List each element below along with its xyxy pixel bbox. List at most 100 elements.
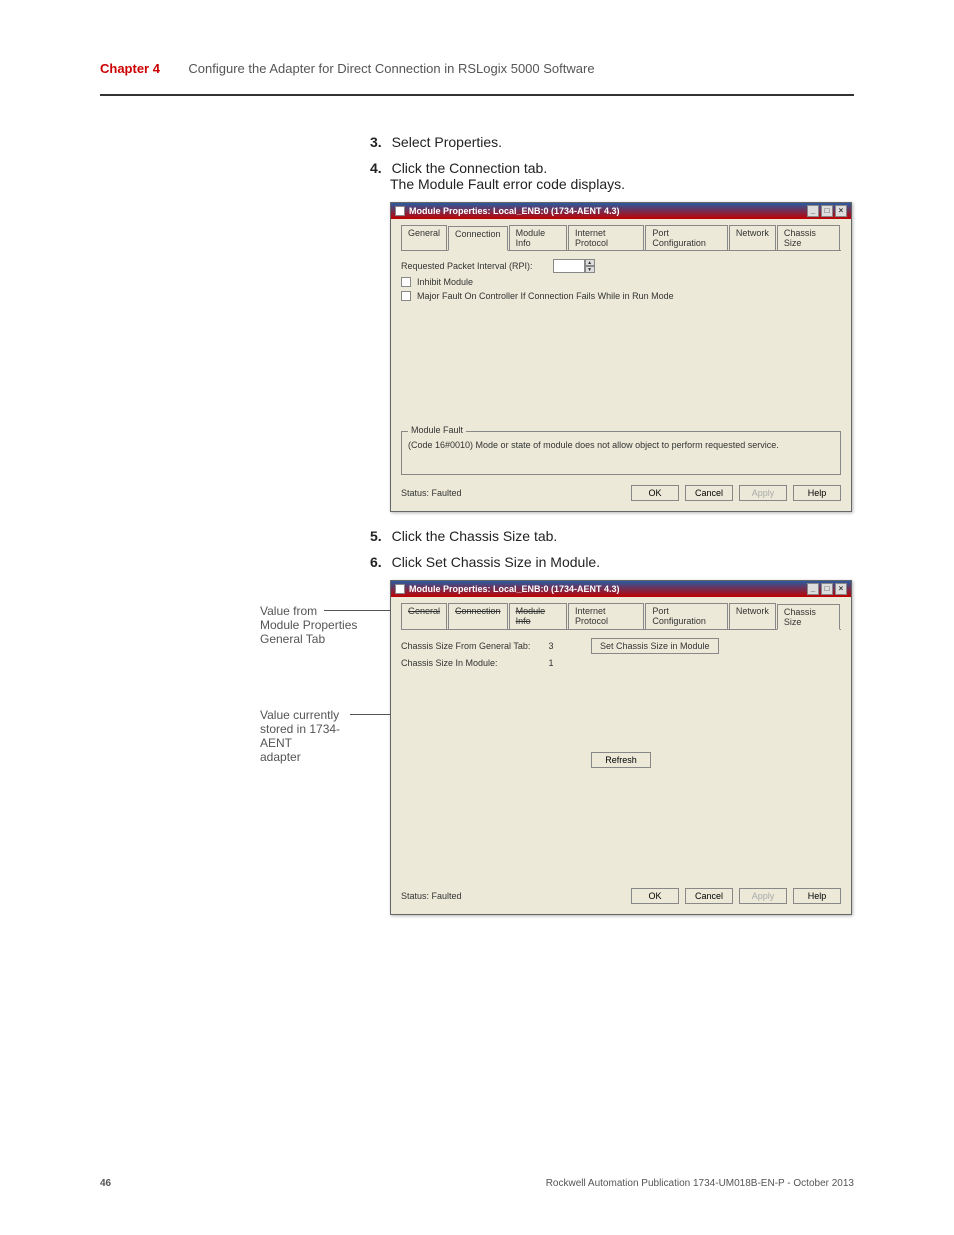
callout2-leader bbox=[350, 714, 390, 715]
step-3-num: 3. bbox=[370, 134, 382, 150]
callout1-line1: Value from bbox=[260, 604, 380, 618]
majorfault-checkbox[interactable] bbox=[401, 291, 411, 301]
help-button[interactable]: Help bbox=[793, 888, 841, 904]
callout-value-in-adapter: Value currently stored in 1734- AENT ada… bbox=[260, 708, 380, 764]
callout2-line1: Value currently bbox=[260, 708, 380, 722]
dialog-title-bar[interactable]: Module Properties: Local_ENB:0 (1734-AEN… bbox=[391, 581, 851, 597]
status-label: Status: bbox=[401, 488, 429, 498]
step-6: 6. Click Set Chassis Size in Module. bbox=[370, 554, 854, 570]
dialog-app-icon bbox=[395, 584, 405, 594]
callout2-line2: stored in 1734- bbox=[260, 722, 380, 736]
status-text: Status: Faulted bbox=[401, 488, 462, 498]
step-5: 5. Click the Chassis Size tab. bbox=[370, 528, 854, 544]
cancel-button[interactable]: Cancel bbox=[685, 888, 733, 904]
chassis-in-module-row: Chassis Size In Module: 1 bbox=[401, 658, 841, 668]
dialog-title-text: Module Properties: Local_ENB:0 (1734-AEN… bbox=[409, 206, 620, 216]
step-4-sub: The Module Fault error code displays. bbox=[390, 176, 854, 192]
step-4-text: Click the Connection tab. bbox=[392, 160, 548, 176]
apply-button[interactable]: Apply bbox=[739, 485, 787, 501]
callout2-line4: adapter bbox=[260, 750, 380, 764]
minimize-icon[interactable]: _ bbox=[807, 205, 819, 217]
tab-port-configuration[interactable]: Port Configuration bbox=[645, 225, 728, 250]
tab-connection[interactable]: Connection bbox=[448, 603, 508, 629]
close-icon[interactable]: × bbox=[835, 583, 847, 595]
step-4-num: 4. bbox=[370, 160, 382, 176]
dialog-body: General Connection Module Info Internet … bbox=[391, 219, 851, 511]
ok-button[interactable]: OK bbox=[631, 485, 679, 501]
minimize-icon[interactable]: _ bbox=[807, 583, 819, 595]
tab-general[interactable]: General bbox=[401, 225, 447, 250]
tab-port-configuration[interactable]: Port Configuration bbox=[645, 603, 728, 629]
tab-connection[interactable]: Connection bbox=[448, 226, 508, 251]
tab-module-info[interactable]: Module Info bbox=[509, 225, 567, 250]
rpi-input[interactable] bbox=[553, 259, 585, 273]
module-properties-dialog-chassis: Module Properties: Local_ENB:0 (1734-AEN… bbox=[390, 580, 852, 915]
cancel-button[interactable]: Cancel bbox=[685, 485, 733, 501]
status-label: Status: bbox=[401, 891, 429, 901]
majorfault-label: Major Fault On Controller If Connection … bbox=[417, 291, 674, 301]
dialog-app-icon bbox=[395, 206, 405, 216]
inhibit-label: Inhibit Module bbox=[417, 277, 473, 287]
tabs-row: General Connection Module Info Internet … bbox=[401, 225, 841, 251]
window-controls: _ □ × bbox=[807, 583, 847, 595]
step-6-num: 6. bbox=[370, 554, 382, 570]
inhibit-checkbox[interactable] bbox=[401, 277, 411, 287]
step-3: 3. Select Properties. bbox=[370, 134, 854, 150]
help-button[interactable]: Help bbox=[793, 485, 841, 501]
maximize-icon[interactable]: □ bbox=[821, 205, 833, 217]
rpi-label: Requested Packet Interval (RPI): bbox=[401, 261, 533, 271]
page-number: 46 bbox=[100, 1178, 111, 1189]
chapter-title: Configure the Adapter for Direct Connect… bbox=[188, 61, 594, 76]
step-4: 4. Click the Connection tab. bbox=[370, 160, 854, 176]
tab-network[interactable]: Network bbox=[729, 225, 776, 250]
tab-general[interactable]: General bbox=[401, 603, 447, 629]
close-icon[interactable]: × bbox=[835, 205, 847, 217]
refresh-button[interactable]: Refresh bbox=[591, 752, 651, 768]
callout1-leader bbox=[324, 610, 390, 611]
status-text: Status: Faulted bbox=[401, 891, 462, 901]
dialog-button-row: Status: Faulted OK Cancel Apply Help bbox=[401, 888, 841, 904]
dialog-title-bar[interactable]: Module Properties: Local_ENB:0 (1734-AEN… bbox=[391, 203, 851, 219]
dialog-body: General Connection Module Info Internet … bbox=[391, 597, 851, 914]
chapter-number: Chapter 4 bbox=[100, 61, 160, 76]
module-fault-groupbox: Module Fault (Code 16#0010) Mode or stat… bbox=[401, 431, 841, 475]
chassis-from-general-row: Chassis Size From General Tab: 3 Set Cha… bbox=[401, 638, 841, 654]
tab-internet-protocol[interactable]: Internet Protocol bbox=[568, 225, 644, 250]
module-fault-legend: Module Fault bbox=[408, 425, 466, 435]
apply-button[interactable]: Apply bbox=[739, 888, 787, 904]
tab-module-info[interactable]: Module Info bbox=[509, 603, 567, 629]
rpi-row: Requested Packet Interval (RPI): ▲▼ bbox=[401, 259, 841, 273]
step-5-num: 5. bbox=[370, 528, 382, 544]
dialog-button-row: Status: Faulted OK Cancel Apply Help bbox=[401, 485, 841, 501]
rpi-spinner[interactable]: ▲▼ bbox=[585, 259, 595, 273]
page-header: Chapter 4 Configure the Adapter for Dire… bbox=[100, 60, 854, 96]
module-fault-message: (Code 16#0010) Mode or state of module d… bbox=[408, 440, 834, 450]
tab-chassis-size[interactable]: Chassis Size bbox=[777, 604, 840, 630]
chassis-module-label: Chassis Size In Module: bbox=[401, 658, 541, 668]
callout1-line2: Module Properties bbox=[260, 618, 380, 632]
inhibit-row: Inhibit Module bbox=[401, 277, 841, 287]
chassis-module-value: 1 bbox=[541, 658, 561, 668]
callout2-line3: AENT bbox=[260, 736, 380, 750]
tab-network[interactable]: Network bbox=[729, 603, 776, 629]
set-chassis-size-button[interactable]: Set Chassis Size in Module bbox=[591, 638, 719, 654]
module-properties-dialog-connection: Module Properties: Local_ENB:0 (1734-AEN… bbox=[390, 202, 852, 512]
page-content: 3. Select Properties. 4. Click the Conne… bbox=[100, 130, 854, 915]
step-6-text: Click Set Chassis Size in Module. bbox=[392, 554, 601, 570]
dialog-title-text: Module Properties: Local_ENB:0 (1734-AEN… bbox=[409, 584, 620, 594]
page-footer: 46 Rockwell Automation Publication 1734-… bbox=[100, 1178, 854, 1189]
status-value: Faulted bbox=[432, 488, 462, 498]
ok-button[interactable]: OK bbox=[631, 888, 679, 904]
maximize-icon[interactable]: □ bbox=[821, 583, 833, 595]
status-value: Faulted bbox=[432, 891, 462, 901]
publication-info: Rockwell Automation Publication 1734-UM0… bbox=[546, 1178, 854, 1189]
step-3-text: Select Properties. bbox=[392, 134, 503, 150]
majorfault-row: Major Fault On Controller If Connection … bbox=[401, 291, 841, 301]
step-5-text: Click the Chassis Size tab. bbox=[392, 528, 558, 544]
tab-internet-protocol[interactable]: Internet Protocol bbox=[568, 603, 644, 629]
tabs-row: General Connection Module Info Internet … bbox=[401, 603, 841, 630]
tab-chassis-size[interactable]: Chassis Size bbox=[777, 225, 840, 250]
chassis-general-label: Chassis Size From General Tab: bbox=[401, 641, 541, 651]
callout1-line3: General Tab bbox=[260, 632, 380, 646]
chassis-general-value: 3 bbox=[541, 641, 561, 651]
